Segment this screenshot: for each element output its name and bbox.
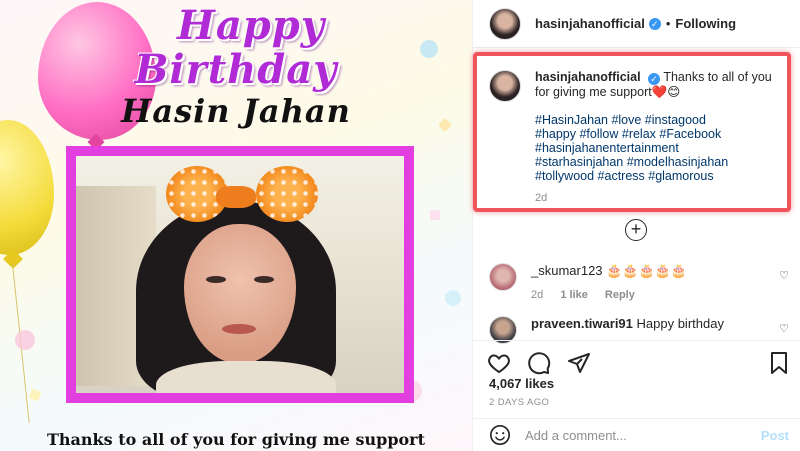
comment-text: 🎂🎂🎂🎂🎂	[606, 263, 688, 278]
shirt	[156, 361, 336, 393]
confetti	[15, 330, 35, 350]
comment-likes[interactable]: 1 like	[560, 289, 588, 301]
happy-title: Happy	[177, 2, 325, 49]
caption-username[interactable]: hasinjahanofficial	[535, 70, 641, 84]
verified-icon: ✓	[648, 73, 661, 85]
comment-username[interactable]: _skumar123	[531, 263, 603, 278]
eye	[206, 276, 226, 283]
hashtag-line[interactable]: #happy #follow #relax #Facebook	[535, 127, 775, 141]
bookmark-icon[interactable]	[767, 351, 791, 375]
comment-item: _skumar123 🎂🎂🎂🎂🎂 2d 1 like Reply ♡	[489, 263, 789, 301]
confetti	[445, 290, 461, 306]
comment-content: _skumar123 🎂🎂🎂🎂🎂 2d 1 like Reply	[531, 263, 687, 301]
heart-icon[interactable]: ♡	[779, 269, 789, 282]
caption-highlight-box: hasinjahanofficial ✓ Thanks to all of yo…	[473, 52, 791, 212]
caption-body: hasinjahanofficial ✓ Thanks to all of yo…	[535, 70, 775, 205]
hashtag-line[interactable]: #tollywood #actress #glamorous	[535, 169, 775, 183]
lips	[222, 324, 256, 334]
hashtag-line[interactable]: #HasinJahan #love #instagood	[535, 113, 775, 127]
heart-icon[interactable]	[487, 351, 511, 375]
hashtag-line[interactable]: #hasinjahanentertainment	[535, 141, 775, 155]
avatar[interactable]	[489, 7, 521, 40]
comment-username[interactable]: praveen.tiwari91	[531, 316, 633, 331]
caption-emoji: ❤️😊	[651, 85, 681, 99]
confetti	[28, 388, 42, 402]
post-image[interactable]: Happy Birthday Hasin Jahan Thanks to all…	[0, 0, 472, 451]
post-date: 2 DAYS AGO	[489, 397, 550, 408]
post-header: hasinjahanofficial ✓ • Following	[473, 0, 800, 48]
person-name-title: Hasin Jahan	[121, 92, 351, 130]
comment-icon[interactable]	[527, 351, 551, 375]
yellow-balloon	[0, 120, 54, 255]
comment-text: Happy birthday	[636, 316, 724, 331]
support-caption-text: Thanks to all of you for giving me suppo…	[47, 430, 425, 449]
caption-row: hasinjahanofficial ✓ Thanks to all of yo…	[489, 70, 775, 205]
avatar[interactable]	[489, 263, 517, 291]
following-button[interactable]: Following	[675, 16, 736, 31]
comment-meta: 2d 1 like Reply	[531, 289, 687, 301]
photo-frame	[66, 146, 414, 403]
confetti	[430, 210, 440, 220]
portrait-photo	[76, 156, 404, 393]
separator-dot: •	[665, 16, 671, 31]
post-button[interactable]: Post	[761, 428, 789, 443]
emoji-icon[interactable]	[489, 424, 511, 446]
comment-input[interactable]: Add a comment...	[525, 428, 761, 443]
eye	[254, 276, 274, 283]
load-more-comments-button[interactable]: +	[625, 219, 647, 241]
headband-ear	[256, 166, 318, 222]
heart-icon[interactable]: ♡	[779, 322, 789, 335]
likes-count[interactable]: 4,067 likes	[489, 376, 554, 391]
reply-button[interactable]: Reply	[605, 289, 635, 301]
post-sidebar: hasinjahanofficial ✓ • Following hasinja…	[472, 0, 800, 451]
hashtags: #HasinJahan #love #instagood #happy #fol…	[535, 113, 775, 183]
headband-bow	[216, 186, 256, 208]
hashtag-line[interactable]: #starhasinjahan #modelhasinjahan	[535, 155, 775, 169]
header-username[interactable]: hasinjahanofficial	[535, 16, 645, 31]
paper-plane-icon[interactable]	[567, 351, 591, 375]
caption-text-line: hasinjahanofficial ✓ Thanks to all of yo…	[535, 70, 775, 99]
verified-icon: ✓	[648, 17, 661, 30]
comment-age: 2d	[531, 289, 544, 301]
add-comment-bar: Add a comment... Post	[473, 418, 800, 451]
avatar[interactable]	[489, 70, 521, 102]
birthday-title: Birthday	[134, 46, 338, 93]
caption-age: 2d	[535, 192, 548, 204]
